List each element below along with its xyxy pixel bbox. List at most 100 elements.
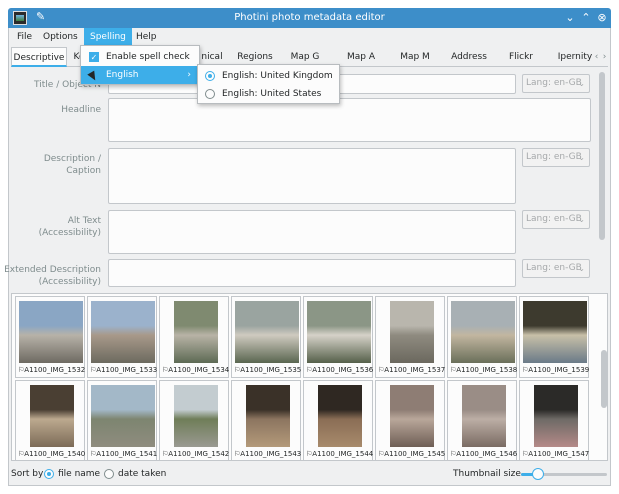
- thumbnail-image: [30, 385, 74, 447]
- tab-map-m[interactable]: Map M: [395, 47, 435, 67]
- thumbnail-name: A1100_IMG_1545: [384, 450, 446, 458]
- thumbnail-item[interactable]: ⚐A1100_IMG_1538: [447, 296, 517, 378]
- thumbnail-grid: ⚐A1100_IMG_1532 ⚐A1100_IMG_1533 ⚐A1100_IMG…: [11, 293, 608, 461]
- thumbnail-name: A1100_IMG_1544: [312, 450, 374, 458]
- thumbnail-item[interactable]: ⚐A1100_IMG_1532: [15, 296, 85, 378]
- thumbnail-item[interactable]: ⚐A1100_IMG_1547: [519, 380, 589, 460]
- chevron-down-icon: ⌄: [578, 215, 585, 224]
- radio-unselected-icon: [205, 89, 215, 99]
- thumbnail-caption: ⚐A1100_IMG_1532: [18, 366, 85, 374]
- thumbnail-item[interactable]: ⚐A1100_IMG_1540: [15, 380, 85, 460]
- thumbnail-item[interactable]: ⚐A1100_IMG_1542: [159, 380, 229, 460]
- thumbnail-caption: ⚐A1100_IMG_1539: [522, 366, 589, 374]
- tab-ipernity[interactable]: Ipernity: [553, 47, 597, 67]
- title-bar: ✎ Photini photo metadata editor ⌄ ⌃ ⊗: [8, 8, 611, 28]
- headline-label: Headline: [61, 105, 101, 115]
- headline-input[interactable]: [108, 98, 591, 142]
- english-us-item[interactable]: English: United States: [198, 85, 339, 103]
- extended-input[interactable]: [108, 259, 516, 287]
- sort-by-label: Sort by: [11, 469, 44, 479]
- sort-file-name-label[interactable]: file name: [58, 469, 100, 479]
- thumbnail-name: A1100_IMG_1532: [24, 366, 86, 374]
- thumbnail-item[interactable]: ⚐A1100_IMG_1539: [519, 296, 589, 378]
- thumbnail-image: [523, 301, 587, 363]
- tab-scroll-right-icon[interactable]: ›: [601, 47, 608, 67]
- thumbnail-image: [318, 385, 362, 447]
- tab-flickr[interactable]: Flickr: [503, 47, 539, 67]
- bottom-bar: Sort by file name date taken Thumbnail s…: [9, 464, 610, 484]
- tab-map-a[interactable]: Map A: [341, 47, 381, 67]
- thumbnail-scrollbar[interactable]: [601, 350, 607, 408]
- thumbnail-name: A1100_IMG_1540: [24, 450, 86, 458]
- thumbnail-item[interactable]: ⚐A1100_IMG_1541: [87, 380, 157, 460]
- thumbnail-item[interactable]: ⚐A1100_IMG_1535: [231, 296, 301, 378]
- thumbnail-item[interactable]: ⚐A1100_IMG_1536: [303, 296, 373, 378]
- tab-scroll-left-icon[interactable]: ‹: [593, 47, 600, 67]
- thumbnail-image: [390, 385, 434, 447]
- description-label: Description / Caption: [43, 154, 101, 176]
- thumbnail-caption: ⚐A1100_IMG_1546: [450, 450, 517, 458]
- thumbnail-image: [307, 301, 371, 363]
- thumbnail-caption: ⚐A1100_IMG_1536: [306, 366, 373, 374]
- chevron-down-icon: ⌄: [578, 79, 585, 88]
- thumbnail-name: A1100_IMG_1547: [528, 450, 590, 458]
- thumbnail-caption: ⚐A1100_IMG_1542: [162, 450, 229, 458]
- tab-address[interactable]: Address: [447, 47, 491, 67]
- chevron-down-icon: ⌄: [578, 153, 585, 162]
- thumbnail-caption: ⚐A1100_IMG_1545: [378, 450, 445, 458]
- thumbnail-image: [91, 301, 155, 363]
- thumbnail-name: A1100_IMG_1536: [312, 366, 374, 374]
- thumbnail-item[interactable]: ⚐A1100_IMG_1543: [231, 380, 301, 460]
- thumbnail-image: [235, 301, 299, 363]
- sort-date-taken-radio[interactable]: [104, 469, 114, 479]
- thumbnail-name: A1100_IMG_1535: [240, 366, 302, 374]
- menu-options[interactable]: Options: [37, 28, 84, 46]
- thumbnail-item[interactable]: ⚐A1100_IMG_1546: [447, 380, 517, 460]
- window-title: Photini photo metadata editor: [234, 12, 385, 23]
- thumbnail-item[interactable]: ⚐A1100_IMG_1545: [375, 380, 445, 460]
- thumbnail-name: A1100_IMG_1534: [168, 366, 230, 374]
- minimize-icon[interactable]: ⌄: [563, 10, 577, 25]
- title-lang-select[interactable]: Lang: en-GB ⌄: [522, 74, 590, 93]
- slider-handle[interactable]: [532, 468, 545, 480]
- thumbnail-image: [246, 385, 290, 447]
- thumbnail-size-slider[interactable]: [521, 468, 607, 480]
- form-scrollbar[interactable]: [599, 72, 605, 240]
- maximize-icon[interactable]: ⌃: [579, 10, 593, 25]
- extended-lang-select[interactable]: Lang: en-GB ⌄: [522, 259, 590, 278]
- alt-text-lang-select[interactable]: Lang: en-GB ⌄: [522, 210, 590, 229]
- thumbnail-caption: ⚐A1100_IMG_1544: [306, 450, 373, 458]
- menu-help[interactable]: Help: [130, 28, 163, 46]
- thumbnail-name: A1100_IMG_1539: [528, 366, 590, 374]
- enable-spell-check-item[interactable]: ✓ Enable spell check: [81, 48, 199, 66]
- sort-file-name-radio[interactable]: [44, 469, 54, 479]
- thumbnail-image: [174, 385, 218, 447]
- close-icon[interactable]: ⊗: [595, 10, 609, 25]
- thumbnail-item[interactable]: ⚐A1100_IMG_1537: [375, 296, 445, 378]
- thumbnail-item[interactable]: ⚐A1100_IMG_1544: [303, 380, 373, 460]
- description-input[interactable]: [108, 148, 516, 204]
- description-lang-select[interactable]: Lang: en-GB ⌄: [522, 148, 590, 167]
- menu-spelling[interactable]: Spelling: [84, 28, 132, 46]
- spelling-menu: ✓ Enable spell check English ›: [80, 45, 200, 85]
- thumbnail-caption: ⚐A1100_IMG_1541: [90, 450, 157, 458]
- thumbnail-caption: ⚐A1100_IMG_1535: [234, 366, 301, 374]
- thumbnail-caption: ⚐A1100_IMG_1534: [162, 366, 229, 374]
- thumbnail-caption: ⚐A1100_IMG_1538: [450, 366, 517, 374]
- submenu-arrow-icon: ›: [187, 70, 191, 80]
- tab-descriptive[interactable]: Descriptive: [11, 47, 67, 67]
- thumbnail-caption: ⚐A1100_IMG_1547: [522, 450, 589, 458]
- thumbnail-item[interactable]: ⚐A1100_IMG_1534: [159, 296, 229, 378]
- thumbnail-caption: ⚐A1100_IMG_1543: [234, 450, 301, 458]
- thumbnail-name: A1100_IMG_1537: [384, 366, 446, 374]
- thumbnail-name: A1100_IMG_1546: [456, 450, 518, 458]
- thumbnail-image: [534, 385, 578, 447]
- english-menu-item[interactable]: English ›: [81, 66, 199, 84]
- thumbnail-name: A1100_IMG_1543: [240, 450, 302, 458]
- sort-date-taken-label[interactable]: date taken: [118, 469, 166, 479]
- thumbnail-caption: ⚐A1100_IMG_1540: [18, 450, 85, 458]
- menu-file[interactable]: File: [11, 28, 38, 46]
- thumbnail-item[interactable]: ⚐A1100_IMG_1533: [87, 296, 157, 378]
- alt-text-input[interactable]: [108, 210, 516, 254]
- english-uk-item[interactable]: English: United Kingdom: [198, 67, 339, 85]
